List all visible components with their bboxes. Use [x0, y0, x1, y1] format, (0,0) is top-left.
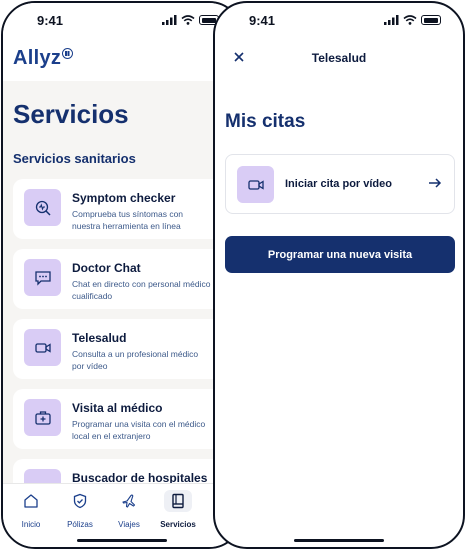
service-description: Programar una visita con el médico local…: [72, 419, 206, 441]
signal-icon: [162, 15, 177, 25]
chat-bubble-icon: [24, 259, 61, 296]
battery-icon: [421, 15, 441, 25]
video-camera-icon: [24, 329, 61, 366]
status-time: 9:41: [37, 12, 64, 28]
nav-item-viajes[interactable]: Viajes: [105, 490, 153, 529]
video-camera-icon: [237, 166, 274, 203]
service-card-symptom-checker[interactable]: Symptom checker Comprueba tus síntomas c…: [13, 179, 241, 239]
nav-label: Inicio: [21, 520, 41, 529]
nav-item-servicios[interactable]: Servicios: [154, 490, 202, 529]
service-card-doctor-chat[interactable]: Doctor Chat Chat en directo con personal…: [13, 249, 241, 309]
section-title: Servicios sanitarios: [13, 151, 136, 166]
status-bar: 9:41: [3, 3, 241, 37]
logo-text: Allyz: [13, 47, 62, 69]
status-time: 9:41: [249, 12, 276, 28]
home-indicator: [77, 539, 167, 542]
status-bar: 9:41: [215, 3, 463, 37]
services-book-icon: [172, 493, 184, 509]
schedule-new-visit-button[interactable]: Programar una nueva visita: [225, 236, 455, 273]
telesalud-screen: 9:41 Telesalud Mis citas Iniciar cita po…: [213, 1, 465, 549]
shield-icon: [73, 493, 87, 509]
nav-label: Viajes: [118, 520, 140, 529]
section-title: Mis citas: [225, 111, 306, 132]
service-card-telesalud[interactable]: Telesalud Consulta a un profesional médi…: [13, 319, 241, 379]
status-icons: [162, 15, 219, 25]
start-video-appointment-card[interactable]: Iniciar cita por vídeo: [225, 154, 455, 214]
airplane-icon: [122, 494, 136, 508]
arrow-right-icon: [429, 178, 442, 188]
page-title: Servicios: [13, 99, 129, 129]
allyz-logo: Allyz: [13, 47, 74, 70]
nav-label: Pólizas: [67, 520, 93, 529]
medical-kit-icon: [24, 399, 61, 436]
service-description: Consulta a un profesional médico por víd…: [72, 349, 199, 371]
home-icon: [24, 494, 38, 508]
start-video-appointment-label: Iniciar cita por vídeo: [285, 178, 392, 190]
bottom-nav: Inicio Pólizas Viajes Servicios As: [3, 483, 241, 547]
service-name: Doctor Chat: [72, 261, 141, 275]
service-description: Chat en directo con personal médico cual…: [72, 279, 211, 301]
nav-label: Servicios: [160, 520, 196, 529]
service-description: Comprueba tus síntomas con nuestra herra…: [72, 209, 184, 231]
service-card-visita-medico[interactable]: Visita al médico Programar una visita co…: [13, 389, 241, 449]
services-screen: 9:41 Allyz Servicios Servicios sanitario…: [1, 1, 243, 549]
service-name: Visita al médico: [72, 401, 163, 415]
service-name: Telesalud: [72, 331, 127, 345]
service-name: Symptom checker: [72, 191, 176, 205]
nav-item-inicio[interactable]: Inicio: [7, 490, 55, 529]
status-icons: [384, 15, 441, 25]
nav-item-polizas[interactable]: Pólizas: [56, 490, 104, 529]
app-header: Allyz: [3, 37, 241, 81]
wifi-icon: [181, 15, 195, 25]
stethoscope-search-icon: [24, 189, 61, 226]
signal-icon: [384, 15, 399, 25]
wifi-icon: [403, 15, 417, 25]
home-indicator: [294, 539, 384, 542]
screen-title: Telesalud: [311, 51, 367, 65]
logo-mark-icon: [62, 48, 74, 59]
